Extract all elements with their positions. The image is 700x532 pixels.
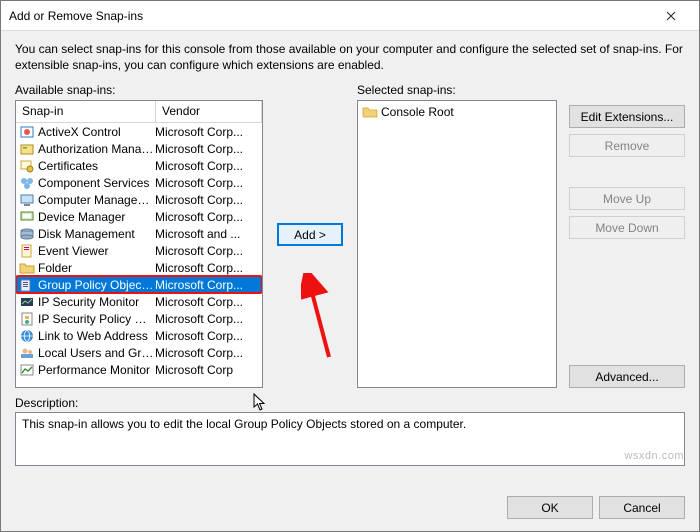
snapin-row[interactable]: Device ManagerMicrosoft Corp...: [16, 208, 262, 225]
event-icon: [19, 243, 35, 259]
snapin-vendor: Microsoft Corp...: [155, 244, 262, 258]
snapin-row[interactable]: Component ServicesMicrosoft Corp...: [16, 174, 262, 191]
perf-icon: [19, 362, 35, 378]
snapin-vendor: Microsoft Corp...: [155, 329, 262, 343]
computer-icon: [19, 192, 35, 208]
snapin-name: IP Security Policy Ma...: [37, 312, 155, 326]
snapin-name: Folder: [37, 261, 155, 275]
dialog-body: You can select snap-ins for this console…: [1, 31, 699, 488]
cert-icon: [19, 158, 35, 174]
component-icon: [19, 175, 35, 191]
ipsecpol-icon: [19, 311, 35, 327]
dialog-window: Add or Remove Snap-ins You can select sn…: [0, 0, 700, 532]
snapin-row[interactable]: Performance MonitorMicrosoft Corp: [16, 361, 262, 378]
spacer: [569, 245, 685, 359]
add-button[interactable]: Add >: [277, 223, 343, 246]
disk-icon: [19, 226, 35, 242]
snapin-vendor: Microsoft Corp...: [155, 312, 262, 326]
columns: Available snap-ins: Snap-in Vendor Activ…: [15, 83, 685, 388]
folder-icon: [362, 104, 378, 120]
snapin-name: Certificates: [37, 159, 155, 173]
snapin-vendor: Microsoft Corp...: [155, 210, 262, 224]
snapin-row[interactable]: CertificatesMicrosoft Corp...: [16, 157, 262, 174]
snapin-name: Event Viewer: [37, 244, 155, 258]
snapin-vendor: Microsoft Corp...: [155, 142, 262, 156]
snapin-vendor: Microsoft Corp...: [155, 261, 262, 275]
snapin-vendor: Microsoft Corp...: [155, 193, 262, 207]
footer: OK Cancel: [1, 488, 699, 531]
intro-text: You can select snap-ins for this console…: [15, 41, 685, 73]
snapin-name: Component Services: [37, 176, 155, 190]
snapin-name: Disk Management: [37, 227, 155, 241]
ipsecmon-icon: [19, 294, 35, 310]
available-column: Available snap-ins: Snap-in Vendor Activ…: [15, 83, 263, 388]
snapin-row[interactable]: Authorization ManagerMicrosoft Corp...: [16, 140, 262, 157]
snapin-row[interactable]: Event ViewerMicrosoft Corp...: [16, 242, 262, 259]
snapin-name: Performance Monitor: [37, 363, 155, 377]
snapin-vendor: Microsoft Corp...: [155, 278, 262, 292]
middle-column: Add >: [273, 83, 347, 388]
move-down-button[interactable]: Move Down: [569, 216, 685, 239]
annotation-arrow: [301, 273, 341, 363]
selected-listbox[interactable]: Console Root: [357, 100, 557, 388]
close-button[interactable]: [651, 1, 691, 31]
snapin-vendor: Microsoft Corp: [155, 363, 262, 377]
users-icon: [19, 345, 35, 361]
snapin-row[interactable]: IP Security Policy Ma...Microsoft Corp..…: [16, 310, 262, 327]
description-label: Description:: [15, 396, 685, 410]
cancel-button[interactable]: Cancel: [599, 496, 685, 519]
gap: [569, 163, 685, 181]
right-buttons: Edit Extensions... Remove Move Up Move D…: [569, 83, 685, 388]
header-vendor[interactable]: Vendor: [156, 101, 262, 122]
remove-button[interactable]: Remove: [569, 134, 685, 157]
snapin-row[interactable]: ActiveX ControlMicrosoft Corp...: [16, 123, 262, 140]
selected-wrap: Selected snap-ins: Console Root: [357, 83, 557, 388]
edit-extensions-button[interactable]: Edit Extensions...: [569, 105, 685, 128]
titlebar: Add or Remove Snap-ins: [1, 1, 699, 31]
auth-icon: [19, 141, 35, 157]
snapin-row[interactable]: Local Users and Gro...Microsoft Corp...: [16, 344, 262, 361]
snapin-row[interactable]: Group Policy Object ...Microsoft Corp...: [16, 276, 262, 293]
snapin-name: Authorization Manager: [37, 142, 155, 156]
gap: [569, 83, 685, 99]
description-box: This snap-in allows you to edit the loca…: [15, 412, 685, 466]
link-icon: [19, 328, 35, 344]
snapin-name: IP Security Monitor: [37, 295, 155, 309]
snapin-vendor: Microsoft and ...: [155, 227, 262, 241]
snapin-row[interactable]: IP Security MonitorMicrosoft Corp...: [16, 293, 262, 310]
available-list-body[interactable]: ActiveX ControlMicrosoft Corp...Authoriz…: [16, 123, 262, 387]
snapin-name: Group Policy Object ...: [37, 278, 155, 292]
snapin-vendor: Microsoft Corp...: [155, 346, 262, 360]
available-listbox[interactable]: Snap-in Vendor ActiveX ControlMicrosoft …: [15, 100, 263, 388]
available-label: Available snap-ins:: [15, 83, 263, 97]
folder-icon: [19, 260, 35, 276]
close-icon: [666, 11, 676, 21]
window-title: Add or Remove Snap-ins: [9, 9, 651, 23]
console-root-item[interactable]: Console Root: [360, 103, 554, 120]
snapin-row[interactable]: Computer Managem...Microsoft Corp...: [16, 191, 262, 208]
snapin-name: Computer Managem...: [37, 193, 155, 207]
snapin-row[interactable]: Disk ManagementMicrosoft and ...: [16, 225, 262, 242]
console-root-label: Console Root: [381, 105, 454, 119]
advanced-button[interactable]: Advanced...: [569, 365, 685, 388]
ok-button[interactable]: OK: [507, 496, 593, 519]
move-up-button[interactable]: Move Up: [569, 187, 685, 210]
snapin-name: Device Manager: [37, 210, 155, 224]
snapin-name: Local Users and Gro...: [37, 346, 155, 360]
snapin-vendor: Microsoft Corp...: [155, 295, 262, 309]
activex-icon: [19, 124, 35, 140]
header-snapin[interactable]: Snap-in: [16, 101, 156, 122]
snapin-name: Link to Web Address: [37, 329, 155, 343]
gpo-icon: [19, 277, 35, 293]
snapin-vendor: Microsoft Corp...: [155, 159, 262, 173]
snapin-name: ActiveX Control: [37, 125, 155, 139]
selected-label: Selected snap-ins:: [357, 83, 557, 97]
snapin-row[interactable]: Link to Web AddressMicrosoft Corp...: [16, 327, 262, 344]
device-icon: [19, 209, 35, 225]
right-column: Selected snap-ins: Console Root Edit Ext…: [357, 83, 685, 388]
available-header[interactable]: Snap-in Vendor: [16, 101, 262, 123]
snapin-vendor: Microsoft Corp...: [155, 176, 262, 190]
snapin-row[interactable]: FolderMicrosoft Corp...: [16, 259, 262, 276]
snapin-vendor: Microsoft Corp...: [155, 125, 262, 139]
